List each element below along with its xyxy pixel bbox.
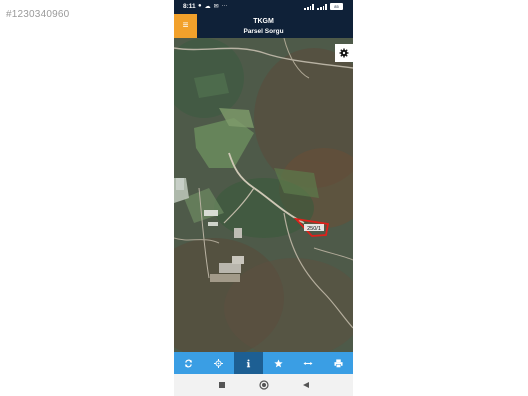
home-button[interactable] <box>258 379 270 391</box>
cloud-icon: ☁ <box>204 4 211 10</box>
locate-button[interactable] <box>204 352 234 374</box>
app-subtitle: Parsel Sorgu <box>243 28 284 35</box>
bottom-toolbar <box>174 352 353 374</box>
watermark-text: #1230340960 <box>6 9 70 20</box>
app-title: TKGM <box>253 18 274 25</box>
signal-icon <box>304 3 314 10</box>
info-icon <box>246 358 251 367</box>
satellite-map[interactable]: 250/1 <box>174 38 353 352</box>
favorite-button[interactable] <box>263 352 293 374</box>
status-time: 8:11 <box>183 3 196 10</box>
parcel-label: 250/1 <box>307 226 321 232</box>
back-triangle-icon <box>302 382 309 388</box>
system-nav-bar <box>174 374 353 396</box>
gear-icon <box>339 48 349 58</box>
measure-icon <box>303 361 313 365</box>
back-button[interactable] <box>300 379 312 391</box>
app-header: ≡ TKGM Parsel Sorgu <box>174 14 353 38</box>
info-button[interactable] <box>233 352 264 374</box>
map-canvas[interactable]: 250/1 <box>174 38 353 352</box>
locate-icon <box>214 358 224 368</box>
battery-icon: 85 <box>330 3 343 10</box>
print-icon <box>333 358 343 368</box>
measure-button[interactable] <box>293 352 323 374</box>
mail-icon: ✉ <box>213 4 219 10</box>
signal-icon-2 <box>317 3 327 10</box>
refresh-icon <box>185 359 193 367</box>
square-icon <box>218 382 225 388</box>
recents-button[interactable] <box>216 379 228 391</box>
star-icon <box>274 358 283 367</box>
settings-button[interactable] <box>335 44 353 62</box>
status-bar: 8:11 ● ☁ ✉ ··· 85 <box>174 0 353 14</box>
system-icons: 85 <box>304 3 343 10</box>
phone-screen: 8:11 ● ☁ ✉ ··· 85 ≡ TKGM Parsel Sorgu 25… <box>174 0 353 396</box>
refresh-button[interactable] <box>174 352 204 374</box>
more-icon: ··· <box>221 3 228 9</box>
notification-icons: ● ☁ ✉ ··· <box>198 3 228 10</box>
chat-icon: ● <box>198 3 202 9</box>
print-button[interactable] <box>323 352 353 374</box>
circle-icon <box>258 380 269 390</box>
